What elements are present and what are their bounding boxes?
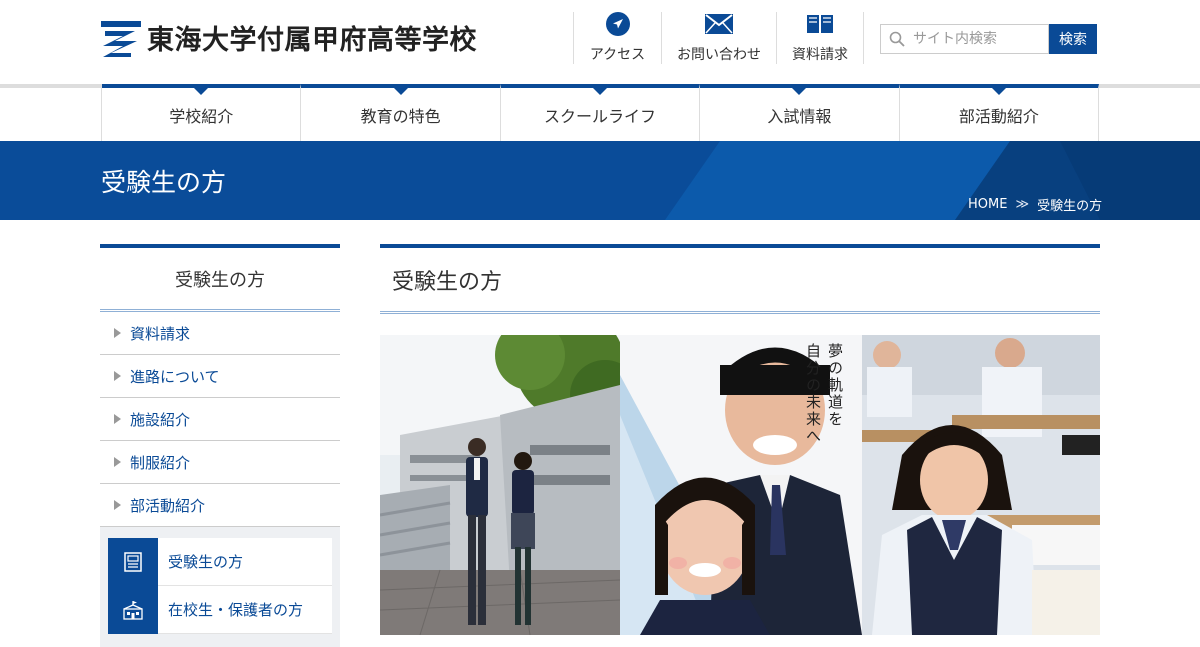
request-materials-link[interactable]: 資料請求 <box>776 12 864 64</box>
breadcrumb-home[interactable]: HOME <box>968 197 1007 212</box>
logo-mark-icon <box>101 20 141 57</box>
triangle-right-icon <box>114 371 121 381</box>
search-icon <box>889 31 905 47</box>
sidebar-list: 資料請求 進路について 施設紹介 制服紹介 部活動紹介 <box>100 312 340 527</box>
location-arrow-icon <box>605 12 630 36</box>
access-link[interactable]: アクセス <box>573 12 661 64</box>
sidebar-item-career[interactable]: 進路について <box>100 355 340 398</box>
page-banner: 受験生の方 HOME ≫ 受験生の方 <box>0 141 1200 220</box>
feature-link-students-parents[interactable]: 在校生・保護者の方 <box>108 585 332 634</box>
envelope-icon <box>705 12 733 36</box>
sidebar-item-label: 資料請求 <box>130 324 191 343</box>
nav-admissions[interactable]: 入試情報 <box>700 84 900 141</box>
sidebar-item-request-materials[interactable]: 資料請求 <box>100 312 340 355</box>
triangle-right-icon <box>114 500 121 510</box>
sidebar-item-label: 進路について <box>130 367 220 386</box>
photo-classroom <box>862 335 1100 635</box>
utility-nav: アクセス お問い合わせ 資料請求 <box>573 12 864 64</box>
sidebar-item-label: 施設紹介 <box>130 410 191 429</box>
photo-caption-line-1: 夢の軌道を <box>826 343 844 428</box>
logo-text: 東海大学付属甲府高等学校 <box>147 25 477 56</box>
school-building-icon <box>108 585 158 634</box>
search-box <box>880 24 1049 54</box>
sidebar-item-clubs[interactable]: 部活動紹介 <box>100 484 340 527</box>
sidebar-item-facilities[interactable]: 施設紹介 <box>100 398 340 441</box>
breadcrumb: HOME ≫ 受験生の方 <box>968 195 1102 214</box>
photo-caption-line-2: 自分の未来へ <box>804 343 822 445</box>
feature-link-prospective-students[interactable]: 受験生の方 <box>108 537 332 586</box>
sidebar-item-label: 部活動紹介 <box>130 496 206 515</box>
breadcrumb-separator-icon: ≫ <box>1015 197 1030 212</box>
sidebar: 受験生の方 資料請求 進路について 施設紹介 制服紹介 部活動紹介 受験生の方 … <box>100 244 340 647</box>
search-button[interactable]: 検索 <box>1049 24 1097 54</box>
main-content: 受験生の方 夢の軌道を 自分の未来へ <box>380 244 1100 635</box>
site-header: 東海大学付属甲府高等学校 アクセス お問い合わせ 資料請求 サイト内検索 検索 <box>0 0 1200 84</box>
nav-club-activities[interactable]: 部活動紹介 <box>899 84 1100 141</box>
nav-school-intro[interactable]: 学校紹介 <box>102 84 302 141</box>
sidebar-item-uniform[interactable]: 制服紹介 <box>100 441 340 484</box>
page-title: 受験生の方 <box>101 168 227 197</box>
sidebar-feature-links: 受験生の方 在校生・保護者の方 <box>100 527 340 647</box>
global-nav: 学校紹介 教育の特色 スクールライフ 入試情報 部活動紹介 <box>101 84 1100 141</box>
photo-smiling-students: 夢の軌道を 自分の未来へ <box>620 335 862 635</box>
document-icon <box>108 537 158 586</box>
photo-students-at-campus <box>380 335 620 635</box>
school-logo[interactable]: 東海大学付属甲府高等学校 <box>101 18 477 57</box>
photo-strip: 夢の軌道を 自分の未来へ <box>380 335 1100 635</box>
triangle-right-icon <box>114 328 121 338</box>
breadcrumb-current: 受験生の方 <box>1037 199 1103 214</box>
feature-link-label: 受験生の方 <box>168 553 244 571</box>
search-input[interactable] <box>911 30 1041 48</box>
nav-school-life[interactable]: スクールライフ <box>500 84 701 141</box>
sidebar-item-label: 制服紹介 <box>130 453 191 472</box>
contact-link[interactable]: お問い合わせ <box>661 12 776 64</box>
access-label: アクセス <box>589 47 646 63</box>
contact-label: お問い合わせ <box>677 47 761 63</box>
book-icon <box>806 12 834 36</box>
request-materials-label: 資料請求 <box>792 47 848 63</box>
site-search: 検索 <box>880 24 1097 54</box>
main-heading: 受験生の方 <box>380 244 1100 314</box>
photo-caption: 夢の軌道を 自分の未来へ <box>802 343 846 445</box>
feature-link-label: 在校生・保護者の方 <box>168 601 304 619</box>
triangle-right-icon <box>114 457 121 467</box>
nav-education-features[interactable]: 教育の特色 <box>301 84 501 141</box>
sidebar-heading: 受験生の方 <box>100 244 340 312</box>
triangle-right-icon <box>114 414 121 424</box>
